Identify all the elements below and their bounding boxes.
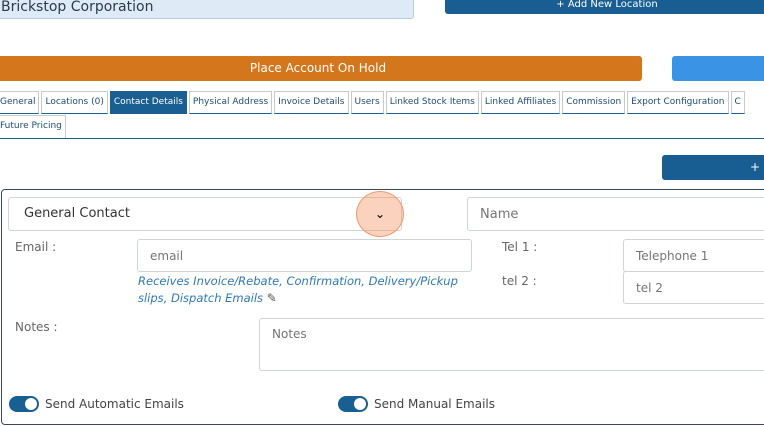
email-note-link[interactable]: Receives Invoice/Rebate, Confirmation, D…	[138, 273, 473, 307]
tab-linked-stock-items[interactable]: Linked Stock Items	[385, 91, 479, 114]
email-note-text: Receives Invoice/Rebate, Confirmation, D…	[138, 274, 458, 305]
tab-future-pricing[interactable]: Future Pricing	[0, 115, 66, 138]
tab-locations[interactable]: Locations (0)	[41, 91, 108, 114]
tel1-input[interactable]	[623, 239, 764, 272]
tab-linked-affiliates[interactable]: Linked Affiliates	[480, 91, 561, 114]
add-new-location-button[interactable]: + Add New Location	[445, 0, 764, 14]
tel1-label: Tel 1 :	[502, 240, 538, 254]
email-input[interactable]	[137, 239, 472, 272]
tab-users[interactable]: Users	[350, 91, 384, 114]
tab-invoice-details[interactable]: Invoice Details	[274, 91, 349, 114]
email-label: Email :	[15, 240, 57, 254]
chevron-down-icon[interactable]: ⌄	[372, 206, 388, 222]
tab-bar: General Locations (0) Contact Details Ph…	[0, 91, 745, 114]
notes-textarea[interactable]	[259, 318, 764, 371]
tab-export-configuration[interactable]: Export Configuration	[627, 91, 729, 114]
name-input[interactable]	[467, 197, 764, 231]
tab-commission[interactable]: Commission	[562, 91, 626, 114]
tel2-label: tel 2 :	[502, 274, 537, 288]
add-contact-button[interactable]: +	[662, 155, 764, 180]
secondary-action-button[interactable]	[672, 56, 764, 81]
auto-emails-toggle[interactable]	[9, 396, 39, 412]
tel2-input[interactable]	[623, 271, 764, 304]
tab-row-2: Future Pricing	[0, 115, 66, 138]
manual-emails-toggle[interactable]	[338, 396, 368, 412]
contact-type-select[interactable]: General Contact	[8, 197, 402, 231]
place-account-on-hold-button[interactable]: Place Account On Hold	[0, 56, 642, 81]
company-name-field[interactable]: Brickstop Corporation	[0, 0, 414, 19]
tab-overflow[interactable]: C	[730, 91, 745, 114]
tab-general[interactable]: General	[0, 91, 40, 114]
edit-icon[interactable]: ✎	[267, 291, 277, 305]
tab-divider	[0, 138, 764, 139]
manual-emails-label: Send Manual Emails	[374, 397, 496, 411]
auto-emails-label: Send Automatic Emails	[45, 397, 184, 411]
tab-physical-address[interactable]: Physical Address	[188, 91, 273, 114]
tab-contact-details[interactable]: Contact Details	[109, 91, 187, 114]
notes-label: Notes :	[15, 320, 58, 334]
